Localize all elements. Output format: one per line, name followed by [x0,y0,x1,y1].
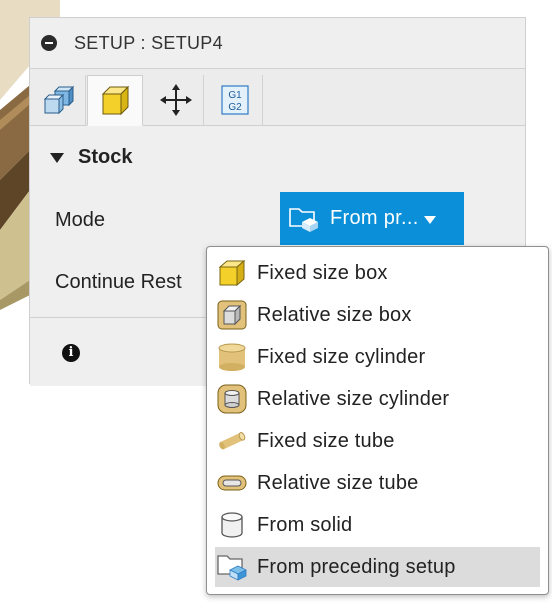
tab-stock[interactable] [87,75,143,126]
tab-post-process[interactable] [148,75,204,125]
stock-mode-menu: Fixed size box Relative size box Fixed s… [206,246,549,595]
menu-item-label: Fixed size tube [257,429,395,452]
preceding-setup-icon [217,555,247,581]
chevron-down-icon [423,215,436,224]
menu-item-fixed-size-tube[interactable]: Fixed size tube [215,421,540,461]
menu-item-label: Fixed size box [257,261,388,284]
menu-item-fixed-size-box[interactable]: Fixed size box [215,253,540,293]
menu-item-relative-size-tube[interactable]: Relative size tube [215,463,540,503]
menu-item-from-solid[interactable]: From solid [215,505,540,545]
g1-g2-icon: G1 G2 [220,85,249,115]
mode-dropdown[interactable]: From pr... [280,192,464,245]
fixed-box-icon [218,259,246,287]
solid-icon [221,512,243,538]
section-title: Stock [78,146,133,168]
panel-header: SETUP : SETUP4 [30,18,525,69]
collapse-minus-icon[interactable] [41,35,57,51]
tab-setup[interactable] [30,75,86,125]
tab-nc[interactable]: G1 G2 [207,75,263,125]
fixed-cylinder-icon [218,343,246,371]
relative-box-icon [217,300,247,330]
menu-item-fixed-size-cylinder[interactable]: Fixed size cylinder [215,337,540,377]
panel-title: SETUP : SETUP4 [74,32,223,53]
stock-box-icon [101,85,130,115]
info-icon[interactable]: i [62,344,80,362]
g2-text: G2 [228,102,242,113]
setup-cubes-icon [43,85,74,115]
relative-cylinder-icon [217,384,247,414]
continue-rest-label: Continue Rest [55,271,182,293]
fixed-tube-icon [219,432,246,450]
section-stock-header[interactable]: Stock [50,146,132,169]
menu-item-label: From preceding setup [257,555,456,578]
move-arrows-icon [159,84,192,116]
preceding-setup-icon [289,207,318,232]
collapse-triangle-icon [50,152,64,163]
menu-item-label: Relative size tube [257,471,419,494]
menu-item-label: Fixed size cylinder [257,345,426,368]
relative-tube-icon [217,475,247,491]
menu-item-from-preceding-setup[interactable]: From preceding setup [215,547,540,587]
menu-item-relative-size-cylinder[interactable]: Relative size cylinder [215,379,540,419]
menu-item-relative-size-box[interactable]: Relative size box [215,295,540,335]
menu-item-label: Relative size cylinder [257,387,450,410]
tab-bar: G1 G2 [30,69,525,126]
mode-value: From pr... [330,207,419,229]
menu-item-label: From solid [257,513,353,536]
mode-label: Mode [55,209,106,231]
g1-text: G1 [228,90,242,101]
menu-item-label: Relative size box [257,303,412,326]
